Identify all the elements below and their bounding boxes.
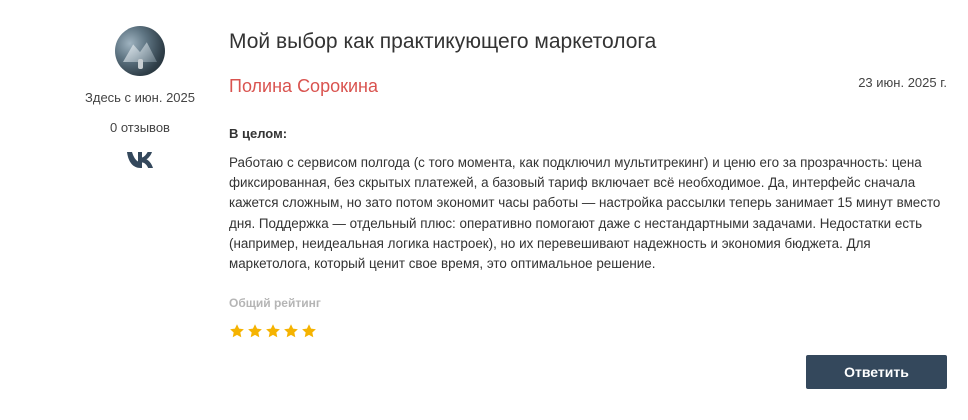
author-name[interactable]: Полина Сорокина xyxy=(229,76,378,97)
star-icon xyxy=(248,324,262,338)
star-icon xyxy=(266,324,280,338)
star-icon xyxy=(284,324,298,338)
author-sidebar: Здесь с июн. 2025 0 отзывов xyxy=(60,26,220,169)
member-since: Здесь с июн. 2025 xyxy=(85,90,195,105)
star-icon xyxy=(230,324,244,338)
vk-icon[interactable] xyxy=(126,151,154,169)
avatar-figure xyxy=(138,59,143,69)
section-label: В целом: xyxy=(229,126,288,141)
review-body: Работаю с сервисом полгода (с того момен… xyxy=(229,155,941,272)
review-date: 23 июн. 2025 г. xyxy=(858,75,947,90)
review-title: Мой выбор как практикующего маркетолога xyxy=(229,30,657,53)
rating-stars xyxy=(229,323,317,339)
rating-label: Общий рейтинг xyxy=(229,296,321,310)
reviews-count[interactable]: 0 отзывов xyxy=(110,120,170,135)
avatar[interactable] xyxy=(115,26,165,76)
reply-button[interactable]: Ответить xyxy=(806,355,947,389)
star-icon xyxy=(302,324,316,338)
